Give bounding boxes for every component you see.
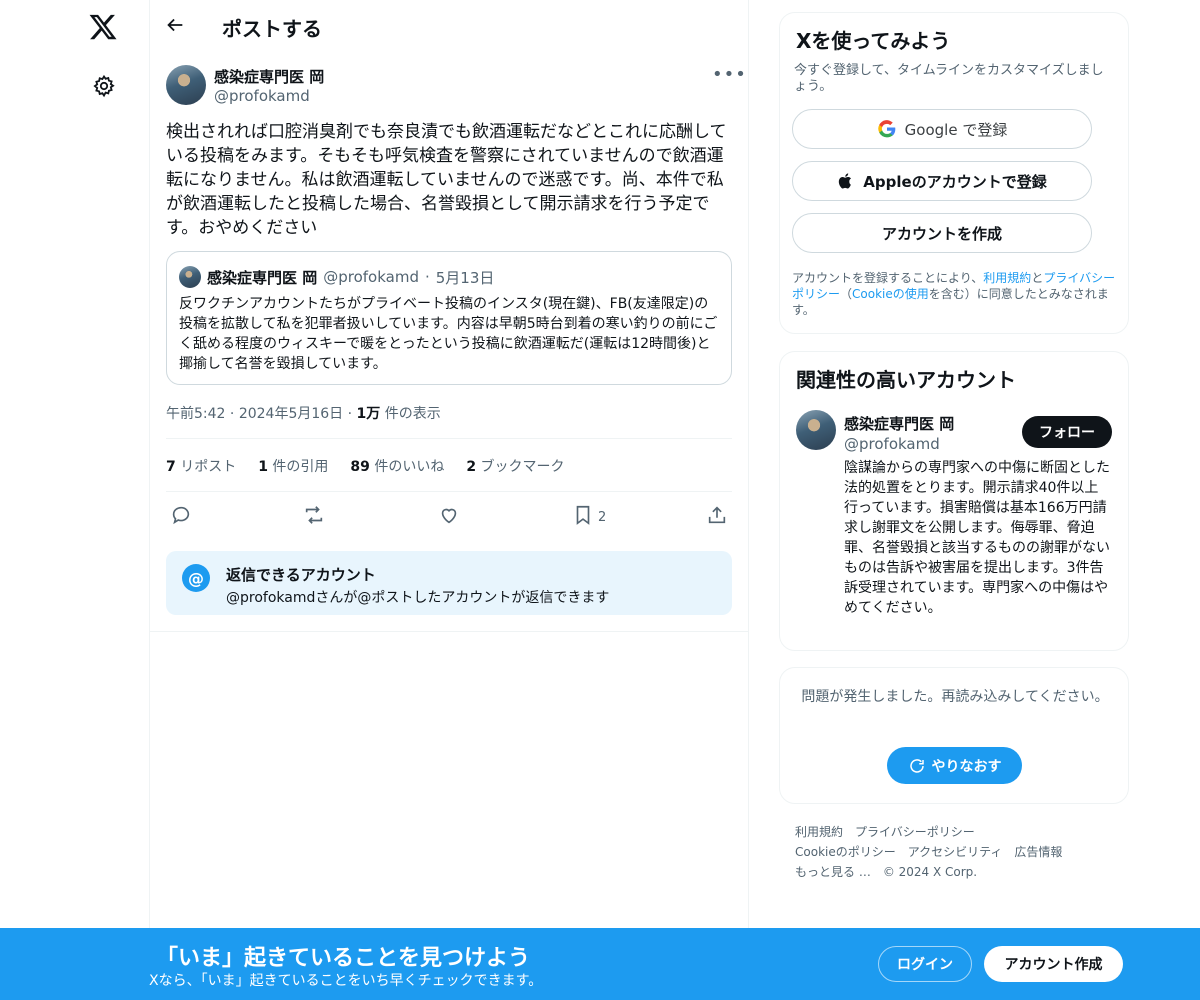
related-accounts-card: 関連性の高いアカウント 感染症専門医 岡 @profokamd フォロー 陰謀論… (779, 351, 1129, 651)
google-icon (877, 120, 895, 138)
related-title: 関連性の高いアカウント (796, 368, 1016, 392)
login-button[interactable]: ログイン (878, 946, 972, 982)
more-options-icon[interactable]: ••• (712, 64, 747, 85)
cookie-link[interactable]: Cookieの使用 (852, 287, 929, 301)
footer-more-link[interactable]: もっと見る … (795, 865, 871, 879)
bookmarks-stat[interactable]: 2 ブックマーク (466, 456, 564, 476)
at-sign-icon: @ (182, 564, 210, 592)
post-date[interactable]: 2024年5月16日 (239, 406, 343, 422)
post-text: 検出されれば口腔消臭剤でも奈良漬でも飲酒運転だなどとこれに応酬している投稿をみま… (166, 122, 727, 238)
footer-link[interactable]: 広告情報 (1014, 845, 1062, 859)
x-logo-icon[interactable] (88, 12, 122, 44)
like-icon[interactable] (438, 504, 464, 528)
google-signup-button[interactable]: Google で登録 (792, 109, 1092, 149)
footer-links: 利用規約 プライバシーポリシー Cookieのポリシー アクセシビリティ 広告情報 も… (795, 822, 1125, 882)
quote-header: 感染症専門医 岡 @profokamd · 5月13日 (179, 266, 494, 288)
post-stats: 7 リポスト 1 件の引用 89 件のいいね 2 ブックマーク (166, 456, 565, 476)
quote-text: 反ワクチンアカウントたちがプライベート投稿のインスタ(現在鍵)、FB(友達限定)… (179, 296, 718, 372)
footer-link[interactable]: アクセシビリティ (908, 845, 1003, 859)
bookmark-count: 2 (598, 510, 607, 525)
views-label: 件の表示 (384, 406, 441, 422)
follow-button[interactable]: フォロー (1022, 416, 1112, 448)
copyright: © 2024 X Corp. (882, 865, 978, 879)
apple-signup-label: Appleのアカウントで登録 (863, 172, 1047, 191)
quote-author-name: 感染症専門医 岡 (207, 268, 318, 287)
create-account-label: アカウントを作成 (881, 224, 1002, 243)
quote-date: 5月13日 (435, 268, 495, 287)
avatar[interactable] (166, 65, 206, 105)
divider (166, 438, 732, 439)
divider (166, 491, 732, 492)
divider (150, 631, 748, 632)
share-icon[interactable] (706, 504, 732, 528)
quotes-stat[interactable]: 1 件の引用 (258, 456, 328, 476)
reposts-stat[interactable]: 7 リポスト (166, 456, 236, 476)
quoted-post[interactable]: 感染症専門医 岡 @profokamd · 5月13日 反ワクチンアカウントたち… (166, 251, 732, 385)
bookmark-icon[interactable] (572, 504, 598, 528)
reply-icon[interactable] (170, 504, 196, 528)
bottom-signup-banner: 「いま」起きていることを見つけよう Xなら、「いま」起きていることをいち早くチェ… (0, 928, 1200, 1000)
signup-button[interactable]: アカウント作成 (984, 946, 1123, 982)
legal-text: （ (840, 287, 853, 301)
meta-separator: · (229, 406, 235, 422)
related-handle[interactable]: @profokamd (844, 435, 940, 453)
signup-card: Xを使ってみよう 今すぐ登録して、タイムラインをカスタマイズしましょう。 Goo… (779, 12, 1129, 334)
quote-separator: · (424, 268, 430, 286)
footer-link[interactable]: プライバシーポリシー (855, 825, 975, 839)
quote-avatar (179, 266, 201, 288)
retry-label: やりなおす (931, 758, 1002, 775)
related-bio: 陰謀論からの専門家への中傷に断固とした法的処置をとります。開示請求40件以上行っ… (844, 460, 1110, 616)
footer-link[interactable]: 利用規約 (795, 825, 843, 839)
banner-subtitle: Xなら、「いま」起きていることをいち早くチェックできます。 (149, 973, 543, 989)
post-meta: 午前5:42 · 2024年5月16日 · 1万 件の表示 (166, 403, 441, 423)
legal-text: アカウントを登録することにより、 (792, 271, 984, 285)
page-title: ポストする (222, 17, 322, 41)
author-handle[interactable]: @profokamd (214, 87, 310, 105)
google-signup-label: Google で登録 (904, 120, 1008, 139)
apple-icon (839, 173, 852, 189)
reply-restriction-title: 返信できるアカウント (226, 566, 376, 584)
refresh-icon (909, 758, 924, 773)
signup-subtitle: 今すぐ登録して、タイムラインをカスタマイズしましょう。 (794, 63, 1104, 94)
reply-restriction-box: @ 返信できるアカウント @profokamdさんが@ポストしたアカウントが返信… (166, 551, 732, 615)
related-avatar[interactable] (796, 410, 836, 450)
error-message: 問題が発生しました。再読み込みしてください。 (801, 689, 1109, 705)
apple-signup-button[interactable]: Appleのアカウントで登録 (792, 161, 1092, 201)
back-arrow-icon[interactable] (164, 14, 190, 40)
retry-button[interactable]: やりなおす (887, 747, 1022, 784)
signup-title: Xを使ってみよう (796, 29, 951, 53)
related-name[interactable]: 感染症専門医 岡 (844, 413, 954, 434)
gear-icon[interactable] (92, 74, 118, 100)
legal-text: と (1031, 271, 1044, 285)
banner-title: 「いま」起きていることを見つけよう (156, 946, 531, 971)
error-card: 問題が発生しました。再読み込みしてください。 やりなおす (779, 667, 1129, 804)
reply-restriction-subtitle: @profokamdさんが@ポストしたアカウントが返信できます (226, 590, 610, 606)
post-time[interactable]: 午前5:42 (166, 406, 225, 422)
create-account-button[interactable]: アカウントを作成 (792, 213, 1092, 253)
terms-link[interactable]: 利用規約 (983, 271, 1031, 285)
quote-author-handle: @profokamd (323, 268, 419, 286)
views-count: 1万 (356, 406, 381, 422)
footer-link[interactable]: Cookieのポリシー (795, 845, 896, 859)
likes-stat[interactable]: 89 件のいいね (350, 456, 444, 476)
meta-separator: · (347, 406, 353, 422)
signup-legal: アカウントを登録することにより、利用規約とプライバシーポリシー（Cookieの使… (792, 270, 1118, 318)
author-name[interactable]: 感染症専門医 岡 (214, 66, 324, 87)
repost-icon[interactable] (303, 504, 329, 528)
